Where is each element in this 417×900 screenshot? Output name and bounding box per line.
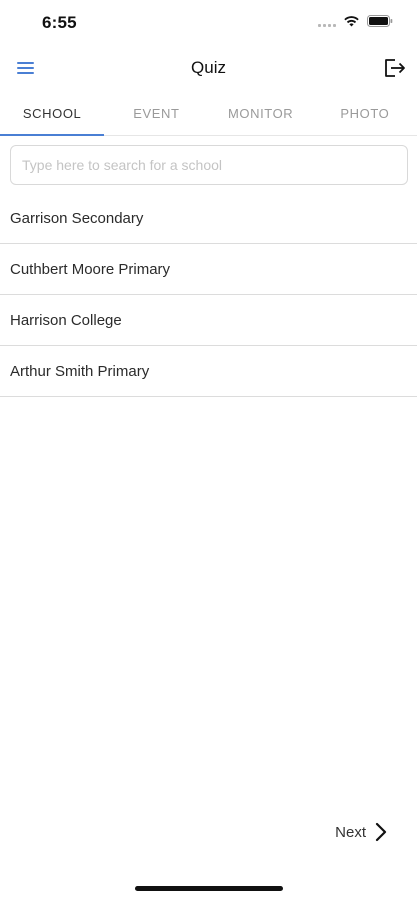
school-search-input[interactable] — [11, 146, 407, 184]
school-list-item[interactable]: Harrison College — [0, 295, 417, 346]
school-list-item[interactable]: Cuthbert Moore Primary — [0, 244, 417, 295]
status-bar: 6:55 — [0, 0, 417, 46]
tab-bar: SCHOOL EVENT MONITOR PHOTO — [0, 90, 417, 136]
school-list-item[interactable]: Garrison Secondary — [0, 193, 417, 244]
home-indicator — [135, 886, 283, 891]
tab-monitor[interactable]: MONITOR — [209, 90, 313, 135]
tab-photo[interactable]: PHOTO — [313, 90, 417, 135]
page-title: Quiz — [191, 58, 226, 77]
logout-button[interactable] — [381, 55, 407, 81]
logout-icon — [385, 59, 405, 77]
school-list: Garrison Secondary Cuthbert Moore Primar… — [0, 193, 417, 397]
status-time: 6:55 — [42, 13, 77, 32]
battery-icon — [367, 15, 393, 27]
next-label: Next — [335, 823, 366, 841]
status-icons — [318, 15, 393, 27]
cellular-signal-icon — [318, 15, 336, 27]
search-box — [10, 145, 408, 185]
tab-event[interactable]: EVENT — [104, 90, 208, 135]
chevron-right-icon — [375, 822, 387, 842]
next-button[interactable]: Next — [335, 822, 387, 842]
wifi-icon — [344, 16, 359, 27]
tab-school[interactable]: SCHOOL — [0, 90, 105, 136]
school-list-item[interactable]: Arthur Smith Primary — [0, 346, 417, 397]
navigation-bar: Quiz — [0, 46, 417, 90]
